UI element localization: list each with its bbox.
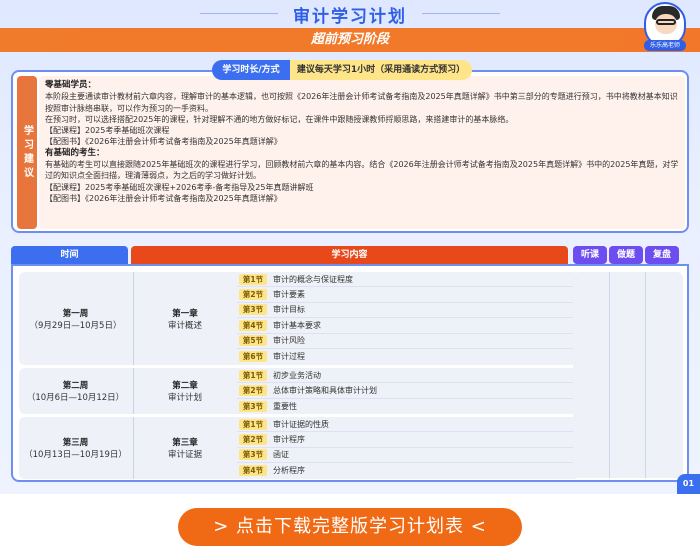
section-row: 第4节 审计基本要求 [237, 318, 575, 334]
section-tag: 第1节 [239, 418, 267, 430]
section-tag: 第1节 [239, 369, 267, 381]
section-list: 第1节 初步业务活动 第2节 总体审计策略和具体审计计划 第3节 重要性 [237, 368, 575, 414]
section-tag: 第2节 [239, 385, 267, 397]
week-row-2: 第二周 （10月6日—10月12日） 第二章 审计计划 第1节 初步业务活动 第2… [19, 368, 579, 414]
chapter-cell: 第二章 审计计划 [133, 368, 236, 414]
section-name: 审计的概念与保证程度 [273, 274, 353, 284]
study-plan-poster: 审计学习计划 超前预习阶段 乐乐高老师 学习建议 零基础学员： 本阶段主要通读审… [0, 0, 700, 494]
section-row: 第3节 审计目标 [237, 303, 575, 319]
chapter-number: 第一章 [172, 308, 198, 319]
suggestion-side-label: 学习建议 [17, 76, 37, 229]
section-tag: 第1节 [239, 273, 267, 285]
column-header-time: 时间 [11, 246, 128, 264]
section-name: 审计证据的性质 [273, 419, 329, 429]
chapter-number: 第三章 [172, 438, 198, 448]
week-cell: 第三周 （10月13日—10月19日） [19, 417, 132, 479]
section-row: 第3节 函证 [237, 448, 575, 464]
avatar-tag: 乐乐高老师 [644, 40, 686, 51]
section-row: 第2节 审计要素 [237, 287, 575, 303]
base-title: 有基础的考生： [45, 147, 105, 158]
week-label: 第三周 [62, 438, 89, 448]
section-row: 第5节 审计风险 [237, 334, 575, 349]
section-row: 第2节 审计程序 [237, 432, 575, 448]
stage-banner: 超前预习阶段 [0, 28, 700, 52]
chapter-name: 审计证据 [167, 450, 202, 460]
study-duration-tab: 学习时长/方式 [212, 60, 290, 80]
base-course: 【配课程】2025考季基础班次课程+2026考季-备考指导及25年真题讲解班 [45, 182, 314, 192]
column-header-exercise: 做题 [609, 246, 643, 264]
section-row: 第2节 总体审计策略和具体审计计划 [237, 383, 575, 399]
week-label: 第一周 [62, 308, 89, 319]
chapter-number: 第二章 [172, 381, 198, 391]
section-row: 第3节 重要性 [237, 399, 575, 414]
week-dates: （10月6日—10月12日） [26, 393, 125, 403]
week-label: 第二周 [62, 381, 89, 391]
section-row: 第4节 分析程序 [237, 463, 575, 478]
chapter-cell: 第一章 审计概述 [133, 272, 236, 365]
section-name: 总体审计策略和具体审计计划 [273, 386, 377, 396]
section-row: 第6节 审计过程 [237, 349, 575, 364]
section-name: 审计过程 [273, 352, 305, 362]
section-tag: 第6节 [239, 351, 267, 363]
zero-base-book: 【配图书】《2026年注册会计师考试备考指南及2025年真题详解》 [45, 137, 282, 147]
progress-check-columns[interactable] [573, 272, 683, 478]
section-name: 重要性 [273, 401, 297, 411]
zero-base-paragraph-1: 本阶段主要通读审计教材前六章内容，理解审计的基本逻辑，也可按照《2026年注册会… [45, 92, 678, 113]
page-title: 审计学习计划 [293, 7, 407, 27]
section-name: 函证 [273, 450, 289, 460]
download-plan-button[interactable]: > 点击下载完整版学习计划表 < [178, 508, 522, 546]
week-dates: （9月29日—10月5日） [29, 320, 122, 331]
column-header-content: 学习内容 [131, 246, 568, 264]
section-name: 分析程序 [273, 466, 305, 476]
section-row: 第1节 审计的概念与保证程度 [237, 272, 575, 288]
study-duration-value: 建议每天学习1小时（采用通读方式预习） [290, 60, 472, 80]
section-tag: 第3节 [239, 304, 267, 316]
section-tag: 第4节 [239, 319, 267, 331]
section-name: 审计风险 [273, 336, 305, 346]
stage-title: 超前预习阶段 [310, 32, 389, 47]
section-name: 审计目标 [273, 305, 305, 315]
column-header-review: 复盘 [645, 246, 679, 264]
chapter-cell: 第三章 审计证据 [133, 417, 236, 479]
base-book: 【配图书】《2026年注册会计师考试备考指南及2025年真题详解》 [45, 193, 282, 203]
section-tag: 第4节 [239, 465, 267, 477]
section-list: 第1节 审计的概念与保证程度 第2节 审计要素 第3节 审计目标 第4节 审计基本要求 … [237, 272, 575, 364]
column-header-listen: 听课 [573, 246, 607, 264]
zero-base-course: 【配课程】2025考季基础班次课程 [45, 126, 170, 136]
section-tag: 第5节 [239, 335, 267, 347]
suggestion-body: 零基础学员： 本阶段主要通读审计教材前六章内容，理解审计的基本逻辑，也可按照《2… [39, 76, 685, 229]
section-name: 初步业务活动 [273, 370, 321, 380]
section-name: 审计要素 [273, 290, 305, 300]
chapter-name: 审计概述 [167, 320, 202, 331]
week-cell: 第一周 （9月29日—10月5日） [19, 272, 132, 365]
page-number: 01 [677, 474, 700, 494]
chapter-name: 审计计划 [167, 393, 202, 403]
study-suggestion-panel: 学习建议 零基础学员： 本阶段主要通读审计教材前六章内容，理解审计的基本逻辑，也… [11, 70, 689, 233]
week-row-3: 第三周 （10月13日—10月19日） 第三章 审计证据 第1节 审计证据的性质 … [19, 417, 579, 479]
week-row-1: 第一周 （9月29日—10月5日） 第一章 审计概述 第1节 审计的概念与保证程度… [19, 272, 579, 365]
section-tag: 第2节 [239, 289, 267, 301]
week-dates: （10月13日—10月19日） [24, 450, 127, 460]
section-name: 审计程序 [273, 435, 305, 445]
section-name: 审计基本要求 [273, 320, 321, 330]
section-row: 第1节 审计证据的性质 [237, 417, 575, 433]
section-row: 第1节 初步业务活动 [237, 368, 575, 384]
section-tag: 第3节 [239, 449, 267, 461]
section-list: 第1节 审计证据的性质 第2节 审计程序 第3节 函证 第4节 分析程序 [237, 417, 575, 479]
section-tag: 第2节 [239, 434, 267, 446]
section-tag: 第3节 [239, 400, 267, 412]
zero-base-paragraph-2: 在预习时，可以选择搭配2025年的课程，针对理解不通的地方做好标记，在课件中跟随… [45, 114, 514, 124]
zero-base-title: 零基础学员： [45, 80, 97, 90]
study-plan-table: 第一周 （9月29日—10月5日） 第一章 审计概述 第1节 审计的概念与保证程度… [11, 264, 689, 482]
week-cell: 第二周 （10月6日—10月12日） [19, 368, 132, 414]
base-paragraph-1: 有基础的考生可以直接跟随2025年基础班次的课程进行学习，回顾教材前六章的基本内… [45, 160, 679, 181]
